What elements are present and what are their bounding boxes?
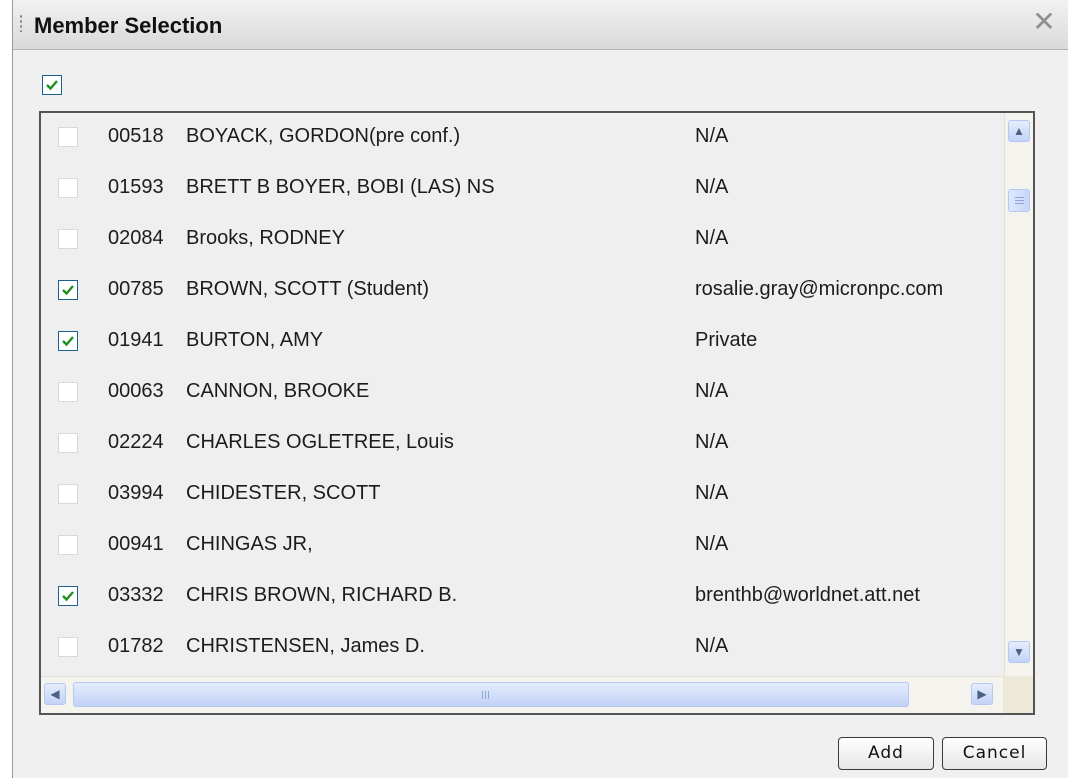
check-mark-icon (46, 80, 58, 91)
member-email: Private (695, 329, 758, 351)
horizontal-scroll-thumb[interactable] (73, 682, 909, 707)
member-list: 00518 BOYACK, GORDON(pre conf.) N/A 01593 BR… (39, 111, 1035, 715)
member-name: CHIDESTER, SCOTT (186, 482, 381, 504)
dialog-titlebar[interactable]: Member Selection ✕ (13, 0, 1068, 50)
cancel-button[interactable]: Cancel (942, 737, 1047, 770)
horizontal-scrollbar[interactable]: ◀ ▶ (41, 676, 1003, 713)
close-icon[interactable]: ✕ (1031, 8, 1057, 36)
member-name: Brooks, RODNEY (186, 227, 345, 249)
member-checkbox[interactable] (58, 229, 78, 249)
member-id: 00518 (108, 125, 164, 147)
vertical-scrollbar[interactable]: ▲ ▼ (1004, 113, 1033, 676)
member-name: BOYACK, GORDON(pre conf.) (186, 125, 461, 147)
member-email: N/A (695, 176, 729, 198)
member-id: 01593 (108, 176, 164, 198)
member-row[interactable]: 02224 CHARLES OGLETREE, Louis N/A (41, 419, 1001, 467)
member-row[interactable]: 01782 CHRISTENSEN, James D. N/A (41, 623, 1001, 671)
member-checkbox[interactable] (58, 178, 78, 198)
member-id: 00063 (108, 380, 164, 402)
member-id: 01941 (108, 329, 164, 351)
member-name: BROWN, SCOTT (Student) (186, 278, 430, 300)
member-email: N/A (695, 125, 729, 147)
member-id: 03332 (108, 584, 164, 606)
member-row[interactable]: 00063 CANNON, BROOKE N/A (41, 368, 1001, 416)
member-email: N/A (695, 635, 729, 657)
member-selection-dialog: Member Selection ✕ 00518 BOYACK, GORDON(p… (12, 0, 1068, 778)
member-id: 00785 (108, 278, 164, 300)
member-name: BURTON, AMY (186, 329, 324, 351)
scroll-left-button[interactable]: ◀ (44, 683, 66, 705)
scroll-down-button[interactable]: ▼ (1008, 641, 1030, 663)
member-id: 03994 (108, 482, 164, 504)
check-mark-icon (62, 285, 74, 296)
member-row[interactable]: 03994 CHIDESTER, SCOTT N/A (41, 470, 1001, 518)
member-checkbox[interactable] (58, 331, 78, 351)
scroll-right-button[interactable]: ▶ (971, 683, 993, 705)
drag-grip-icon[interactable] (19, 14, 23, 32)
member-checkbox[interactable] (58, 127, 78, 147)
add-button[interactable]: Add (838, 737, 934, 770)
member-row[interactable]: 01941 BURTON, AMY Private (41, 317, 1001, 365)
member-email: rosalie.gray@micronpc.com (695, 278, 944, 300)
member-id: 00941 (108, 533, 164, 555)
member-checkbox[interactable] (58, 637, 78, 657)
member-row[interactable]: 00785 BROWN, SCOTT (Student) rosalie.gray@… (41, 266, 1001, 314)
member-checkbox[interactable] (58, 280, 78, 300)
select-all-checkbox[interactable] (42, 75, 62, 95)
member-email: brenthb@worldnet.att.net (695, 584, 920, 606)
member-id: 02224 (108, 431, 164, 453)
vertical-scroll-thumb[interactable] (1008, 189, 1030, 212)
member-checkbox[interactable] (58, 433, 78, 453)
member-email: N/A (695, 482, 729, 504)
member-name: CHARLES OGLETREE, Louis (186, 431, 454, 453)
member-email: N/A (695, 227, 729, 249)
member-id: 01782 (108, 635, 164, 657)
member-checkbox[interactable] (58, 586, 78, 606)
check-mark-icon (62, 336, 74, 347)
dialog-title: Member Selection (34, 13, 223, 38)
member-row[interactable]: 02084 Brooks, RODNEY N/A (41, 215, 1001, 263)
member-id: 02084 (108, 227, 164, 249)
scrollbar-corner (1003, 676, 1033, 713)
member-name: BRETT B BOYER, BOBI (LAS) NS (186, 176, 495, 198)
check-mark-icon (62, 591, 74, 602)
member-checkbox[interactable] (58, 382, 78, 402)
scroll-up-button[interactable]: ▲ (1008, 120, 1030, 142)
member-name: CHRISTENSEN, James D. (186, 635, 425, 657)
member-checkbox[interactable] (58, 484, 78, 504)
member-name: CHRIS BROWN, RICHARD B. (186, 584, 458, 606)
member-row[interactable]: 00518 BOYACK, GORDON(pre conf.) N/A (41, 113, 1001, 161)
member-name: CHINGAS JR, (186, 533, 313, 555)
member-name: CANNON, BROOKE (186, 380, 370, 402)
member-email: N/A (695, 380, 729, 402)
member-row[interactable]: 03332 CHRIS BROWN, RICHARD B. brenthb@worl… (41, 572, 1001, 620)
member-checkbox[interactable] (58, 535, 78, 555)
member-email: N/A (695, 431, 729, 453)
member-row[interactable]: 00941 CHINGAS JR, N/A (41, 521, 1001, 569)
member-email: N/A (695, 533, 729, 555)
member-row[interactable]: 01593 BRETT B BOYER, BOBI (LAS) NS N/A (41, 164, 1001, 212)
